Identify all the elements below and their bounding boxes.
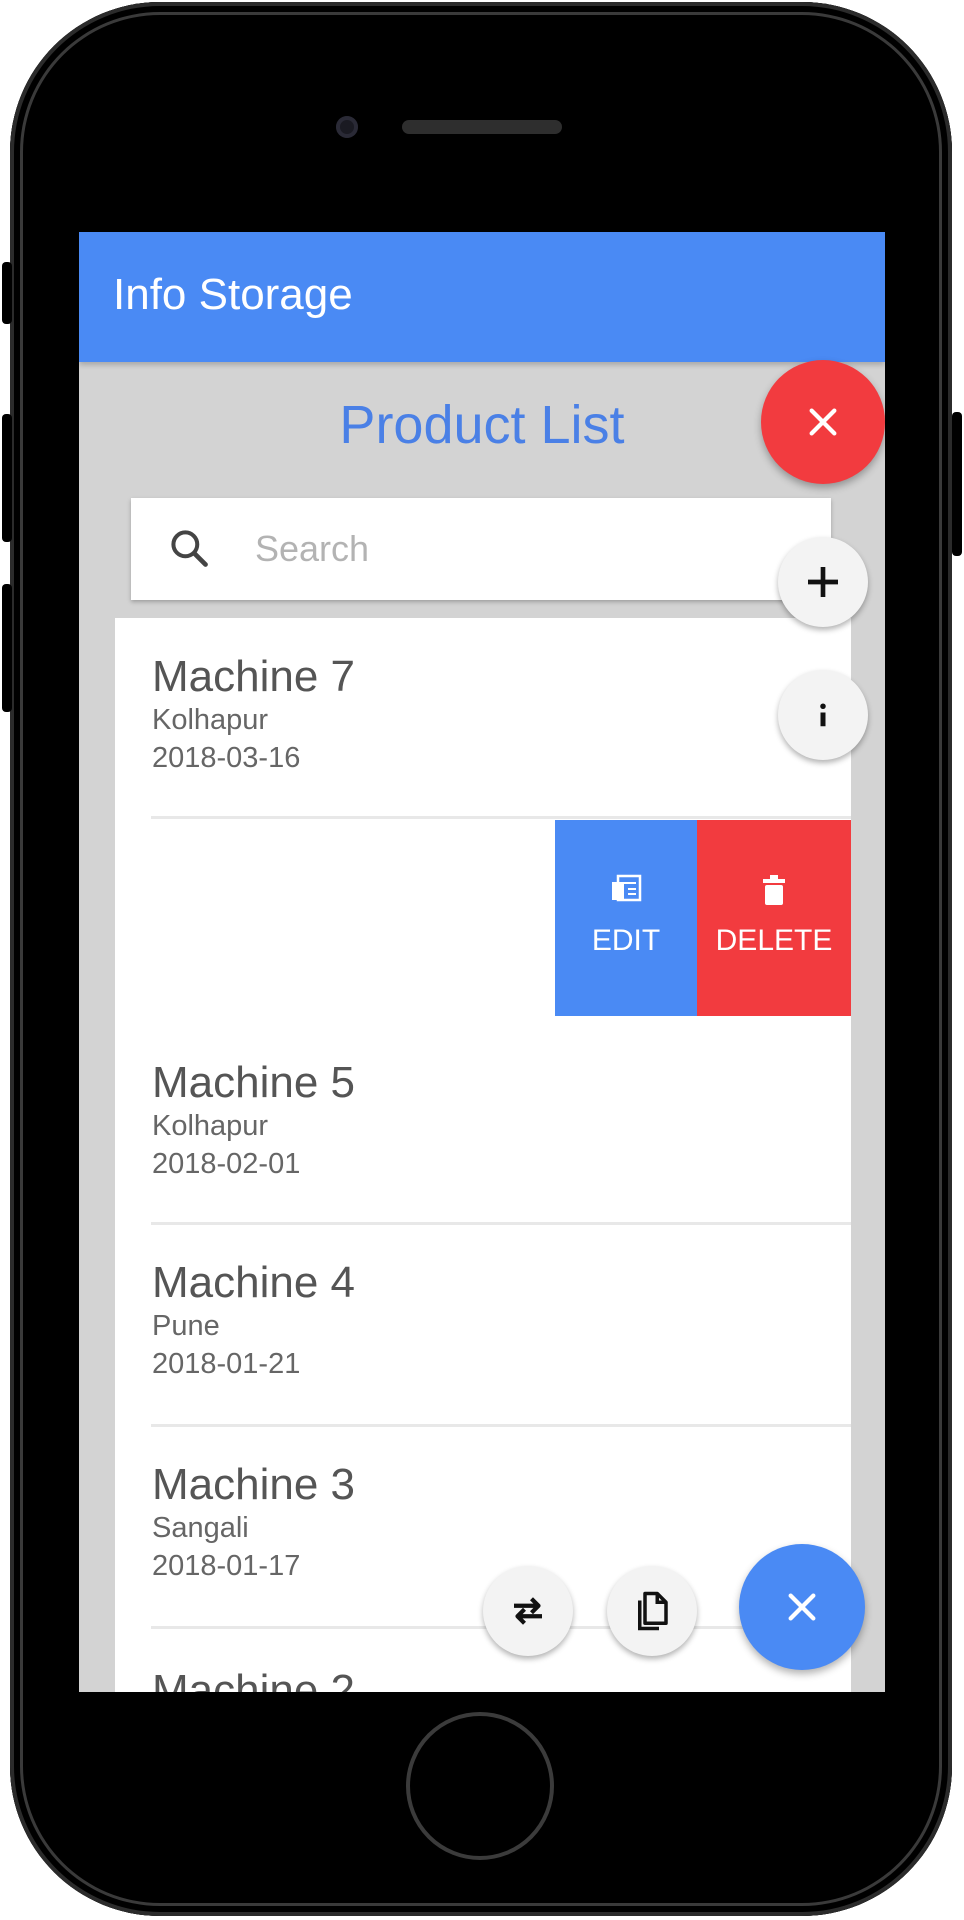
app-title: Info Storage — [113, 270, 353, 319]
copy-icon — [638, 1591, 668, 1631]
delete-button[interactable]: DELETE — [697, 820, 851, 1016]
edit-button[interactable]: EDIT — [555, 820, 697, 1016]
info-icon — [820, 703, 826, 727]
screen: Info Storage Product List Machine 7 Kolh… — [79, 232, 885, 1692]
list-item[interactable]: Machine 2 — [115, 1628, 851, 1692]
edit-icon — [612, 874, 642, 902]
search-icon — [171, 530, 208, 567]
item-date: 2018-01-21 — [152, 1348, 301, 1380]
delete-label: DELETE — [715, 924, 833, 957]
app-bar: Info Storage — [79, 232, 885, 362]
item-location: Kolhapur — [152, 704, 269, 736]
home-button[interactable] — [406, 1712, 554, 1860]
item-name: Machine 3 — [152, 1460, 356, 1509]
divider — [151, 816, 851, 819]
swap-button[interactable] — [483, 1566, 573, 1656]
list-item[interactable]: Machine 4 Pune 2018-01-21 — [115, 1224, 851, 1424]
edit-label: EDIT — [591, 924, 661, 957]
volume-down-button — [2, 584, 12, 712]
item-date: 2018-02-01 — [152, 1148, 301, 1180]
list-item[interactable]: Machine 5 Kolhapur 2018-02-01 — [115, 1020, 851, 1220]
close-icon — [788, 1593, 816, 1621]
swiped-list-item[interactable]: EDIT DELETE — [115, 820, 851, 1016]
mute-switch — [2, 262, 12, 324]
swap-icon — [514, 1597, 542, 1625]
add-icon — [808, 567, 838, 597]
power-button — [952, 412, 962, 556]
earpiece-speaker — [402, 120, 562, 134]
front-camera — [336, 116, 358, 138]
search-input[interactable] — [253, 520, 757, 578]
add-button[interactable] — [778, 537, 868, 627]
item-date: 2018-03-16 — [152, 742, 301, 774]
close-icon — [809, 408, 837, 436]
close-fab-bottom[interactable] — [739, 1544, 865, 1670]
item-location: Kolhapur — [152, 1110, 269, 1142]
item-name: Machine 5 — [152, 1058, 356, 1107]
search-bar[interactable] — [131, 498, 831, 600]
item-date: 2018-01-17 — [152, 1550, 301, 1582]
close-fab-top[interactable] — [761, 360, 885, 484]
item-name: Machine 7 — [152, 652, 356, 701]
item-location: Pune — [152, 1310, 220, 1342]
volume-up-button — [2, 414, 12, 542]
trash-icon — [763, 875, 785, 905]
list-item[interactable]: Machine 7 Kolhapur 2018-03-16 — [115, 618, 851, 818]
item-location: Sangali — [152, 1512, 249, 1544]
copy-button[interactable] — [607, 1566, 697, 1656]
product-list: Machine 7 Kolhapur 2018-03-16 EDIT DELET… — [115, 618, 851, 1692]
item-name: Machine 4 — [152, 1258, 356, 1307]
item-name: Machine 2 — [152, 1666, 356, 1692]
info-button[interactable] — [778, 670, 868, 760]
